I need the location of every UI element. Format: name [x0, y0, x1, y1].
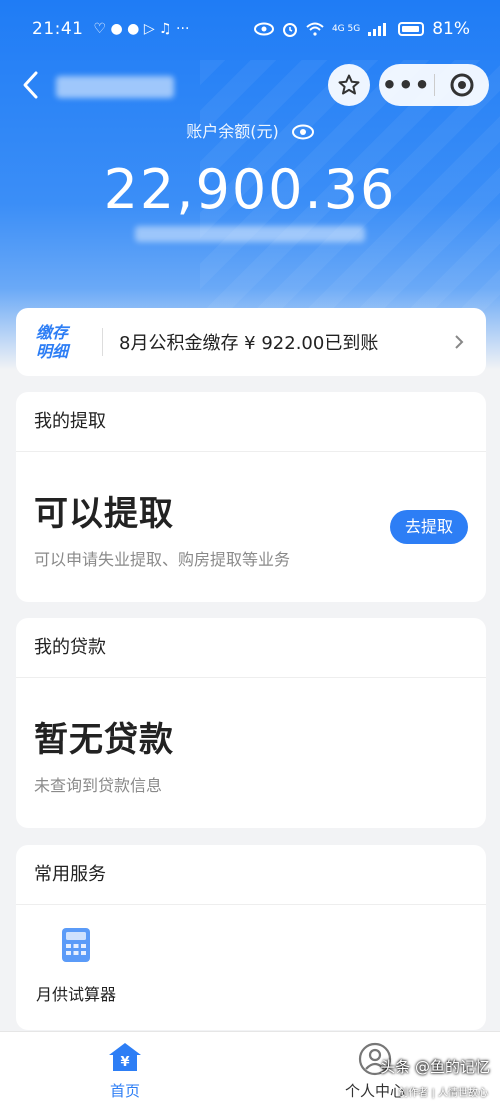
- notice-divider: [102, 328, 103, 356]
- bottom-tab-bar: ¥ 首页 个人中心 头条 @鱼的记忆 创作者 | 人情世故心: [0, 1031, 500, 1105]
- page-title-blurred: [56, 76, 174, 98]
- network-labels: 4G 5G: [331, 24, 361, 34]
- loan-card: 我的贷款 暂无贷款 未查询到贷款信息: [16, 618, 486, 828]
- loan-heading: 我的贷款: [16, 618, 486, 678]
- back-button[interactable]: [14, 70, 48, 104]
- loan-status: 暂无贷款: [34, 720, 174, 760]
- signal-icon: [368, 23, 387, 36]
- mini-program-capsule: •••: [379, 64, 489, 106]
- wifi-icon: [306, 22, 324, 36]
- deposit-notice[interactable]: 缴存 明细 8月公积金缴存 ¥ 922.00已到账: [16, 308, 486, 376]
- watermark-subtext: 创作者 | 人情世故心: [398, 1088, 488, 1099]
- balance-value: 22,900.36: [103, 158, 397, 221]
- status-time: 21:41: [32, 19, 84, 39]
- battery-icon: [398, 22, 425, 36]
- status-right-icons: 4G 5G 81%: [253, 19, 470, 39]
- battery-percent: 81%: [432, 19, 470, 39]
- service-label: 月供试算器: [35, 985, 116, 1004]
- withdraw-heading: 我的提取: [16, 392, 486, 452]
- withdraw-status: 可以提取: [34, 494, 174, 534]
- badge-line2: 明细: [36, 342, 69, 361]
- loan-description: 未查询到贷款信息: [34, 776, 163, 795]
- calculator-icon: [62, 928, 90, 962]
- notification-glyphs: ♡ ● ● ▷ ♫ ···: [93, 21, 190, 37]
- go-withdraw-button[interactable]: 去提取: [390, 510, 468, 544]
- deposit-detail-badge: 缴存 明细: [36, 323, 96, 361]
- nav-bar: •••: [0, 64, 500, 110]
- tab-home[interactable]: ¥ 首页: [75, 1042, 175, 1101]
- balance-label: 账户余额(元): [186, 122, 279, 141]
- alarm-icon: [282, 23, 297, 37]
- more-button[interactable]: •••: [379, 73, 434, 97]
- services-heading: 常用服务: [16, 845, 486, 905]
- chevron-left-icon: [23, 71, 38, 99]
- chevron-right-icon: [455, 335, 464, 349]
- notification-icons: ♡ ● ● ▷ ♫ ···: [94, 21, 190, 37]
- svg-text:¥: ¥: [120, 1055, 129, 1070]
- badge-line1: 缴存: [36, 323, 69, 342]
- favorite-button[interactable]: [328, 64, 370, 106]
- eye-icon[interactable]: [291, 124, 314, 140]
- services-card: 常用服务 月供试算器: [16, 845, 486, 1030]
- star-icon: [338, 74, 360, 95]
- home-icon: ¥: [109, 1043, 141, 1071]
- tab-home-label: 首页: [109, 1082, 140, 1100]
- close-circle-icon: [450, 73, 474, 97]
- withdraw-description: 可以申请失业提取、购房提取等业务: [34, 550, 291, 569]
- balance-subtext-blurred: [135, 226, 365, 242]
- status-bar: 21:41 ♡ ● ● ▷ ♫ ··· 4G 5G 81%: [0, 0, 500, 58]
- balance-label-row: 账户余额(元): [0, 118, 500, 142]
- close-button[interactable]: [434, 72, 489, 98]
- notice-text: 8月公积金缴存 ¥ 922.00已到账: [119, 333, 379, 354]
- eye-status-icon: [253, 22, 274, 36]
- loan-calculator-service[interactable]: 月供试算器: [34, 927, 118, 1005]
- watermark-text: 头条 @鱼的记忆: [380, 1058, 490, 1076]
- withdraw-card: 我的提取 可以提取 可以申请失业提取、购房提取等业务 去提取: [16, 392, 486, 602]
